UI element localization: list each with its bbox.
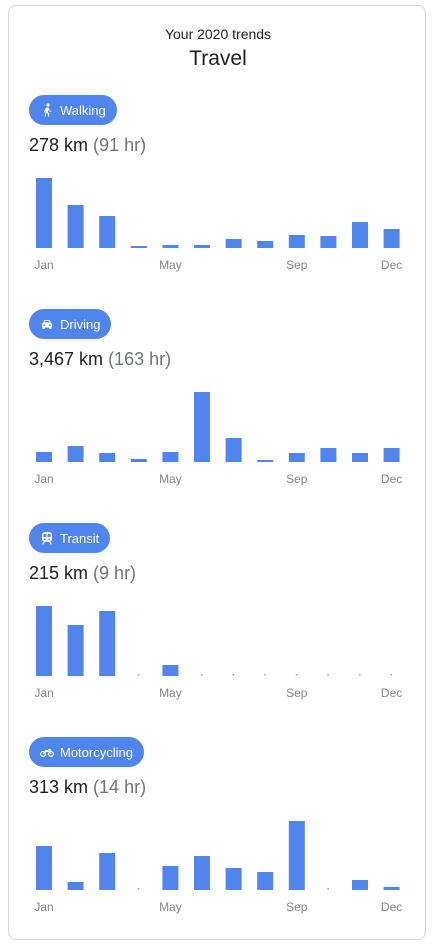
motorcycling-bar-jan <box>36 846 52 890</box>
driving-tick-label-may: May <box>159 472 182 486</box>
transit-tick-label-dec: Dec <box>381 686 402 700</box>
driving-bar-mar <box>99 453 116 462</box>
transit-bar-may <box>162 665 179 676</box>
driving-chart: Jan May Sep Dec <box>34 392 402 486</box>
walking-section: Walking 278 km (91 hr) Jan May Sep Dec <box>0 95 436 295</box>
driving-bar-may <box>162 452 179 462</box>
motorcycling-tick-label-sep: Sep <box>286 900 308 914</box>
transit-bar-nov <box>359 674 361 676</box>
motorcycling-bar-nov <box>352 880 368 890</box>
driving-tick-label-sep: Sep <box>286 472 308 486</box>
transit-bar-jun <box>201 674 203 676</box>
walking-bar-may <box>162 245 179 248</box>
transit-bar-jul <box>232 674 235 676</box>
transit-bar-jan <box>36 606 52 676</box>
motorcycling-bar-dec <box>383 887 400 890</box>
motorcycling-bar-mar <box>99 853 116 890</box>
walking-tick-label-dec: Dec <box>381 258 402 272</box>
driving-tick-label-dec: Dec <box>381 472 402 486</box>
transit-tick-label-sep: Sep <box>286 686 308 700</box>
transit-section: Transit 215 km (9 hr) Jan May Sep Dec <box>0 523 436 723</box>
driving-bar-jul <box>225 438 242 462</box>
driving-bar-aug <box>257 460 274 462</box>
walking-tick-label-may: May <box>159 258 182 272</box>
walking-bar-feb <box>67 205 84 248</box>
motorcycling-bar-jun <box>194 856 210 890</box>
transit-tick-label-jan: Jan <box>34 686 53 700</box>
motorcycling-tick-label-may: May <box>159 900 182 914</box>
transit-chart: Jan May Sep Dec <box>34 606 402 700</box>
walking-bar-jun <box>194 245 210 248</box>
driving-bar-apr <box>130 459 147 462</box>
walking-bar-mar <box>99 216 116 248</box>
transit-bar-dec <box>390 674 393 676</box>
driving-section: Driving 3,467 km (163 hr) Jan May Sep Dec <box>0 309 436 509</box>
transit-bar-aug <box>264 674 266 676</box>
transit-bar-sep <box>295 674 298 676</box>
walking-bar-dec <box>383 229 400 248</box>
motorcycling-bar-may <box>162 866 179 890</box>
transit-tick-label-may: May <box>159 686 182 700</box>
walking-bar-oct <box>320 236 337 248</box>
transit-bar-oct <box>327 674 329 676</box>
motorcycling-chart: Jan May Sep Dec <box>34 821 402 914</box>
driving-bar-jun <box>194 392 210 462</box>
motorcycling-bar-sep <box>288 821 305 890</box>
driving-bar-dec <box>383 448 400 462</box>
walking-chart: Jan May Sep Dec <box>34 178 402 272</box>
motorcycling-bar-jul <box>225 868 242 890</box>
driving-bar-feb <box>67 446 84 462</box>
walking-bar-apr <box>130 246 147 248</box>
walking-tick-label-jan: Jan <box>34 258 53 272</box>
motorcycling-bar-apr <box>137 888 140 890</box>
walking-tick-label-sep: Sep <box>286 258 308 272</box>
motorcycling-bar-aug <box>257 872 274 890</box>
motorcycling-tick-label-jan: Jan <box>34 900 53 914</box>
walking-bar-aug <box>257 241 274 248</box>
driving-bar-jan <box>36 452 52 462</box>
transit-bar-apr <box>137 674 140 676</box>
motorcycling-bar-oct <box>327 888 329 890</box>
driving-tick-label-jan: Jan <box>34 472 53 486</box>
driving-bar-nov <box>352 453 368 462</box>
driving-bar-sep <box>288 453 305 462</box>
motorcycling-section: Motorcycling 313 km (14 hr) Jan May Sep Dec <box>0 737 436 937</box>
walking-bar-sep <box>288 235 305 248</box>
driving-bar-oct <box>320 448 337 462</box>
motorcycling-bar-feb <box>67 882 84 890</box>
walking-bar-jul <box>225 239 242 248</box>
walking-bar-jan <box>36 178 52 248</box>
motorcycling-tick-label-dec: Dec <box>381 900 402 914</box>
walking-bar-nov <box>352 222 368 248</box>
transit-bar-feb <box>67 625 84 676</box>
page-subtitle: Your 2020 trends <box>164 26 272 42</box>
page-title: Travel <box>189 47 247 70</box>
transit-bar-mar <box>99 611 116 676</box>
